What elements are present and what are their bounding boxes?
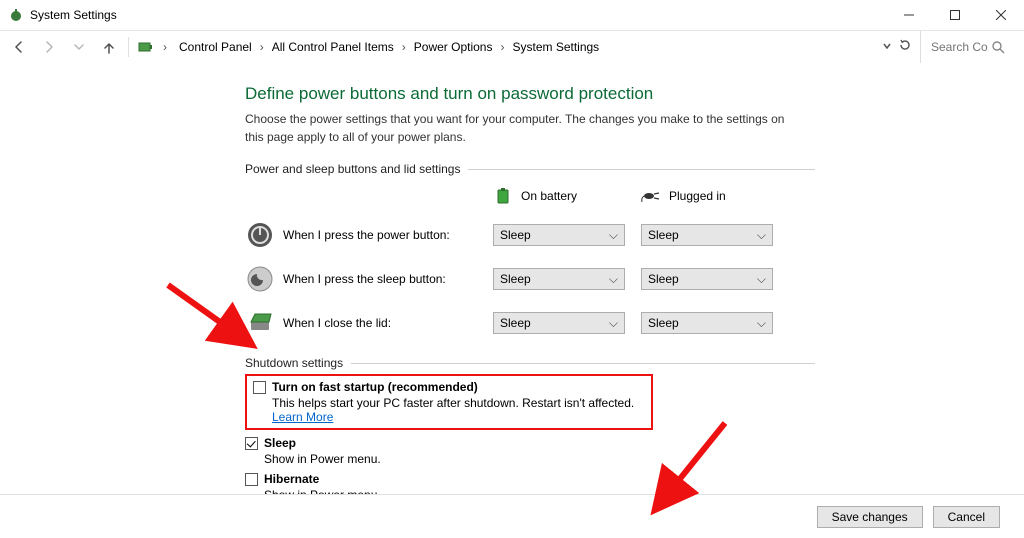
sleep-checkbox[interactable] (245, 437, 258, 450)
column-label: On battery (521, 189, 577, 203)
sleep-battery-dropdown[interactable]: Sleep⌵ (493, 268, 625, 290)
save-changes-button[interactable]: Save changes (817, 506, 923, 528)
row-label-power: When I press the power button: (275, 228, 493, 242)
fast-startup-checkbox[interactable] (253, 381, 266, 394)
breadcrumb-item[interactable]: All Control Panel Items (268, 38, 398, 56)
sleep-plugged-dropdown[interactable]: Sleep⌵ (641, 268, 773, 290)
breadcrumb: Control Panel › All Control Panel Items … (175, 38, 603, 56)
search-icon (991, 40, 1005, 54)
battery-icon (493, 186, 513, 206)
recent-button[interactable] (68, 36, 90, 58)
lid-battery-dropdown[interactable]: Sleep⌵ (493, 312, 625, 334)
breadcrumb-item[interactable]: Control Panel (175, 38, 256, 56)
back-button[interactable] (8, 36, 30, 58)
plug-icon (641, 186, 661, 206)
close-button[interactable] (978, 0, 1024, 30)
column-on-battery: On battery (493, 186, 641, 206)
hibernate-title: Hibernate (264, 472, 319, 486)
highlight-box: Turn on fast startup (recommended) This … (245, 374, 653, 430)
forward-button[interactable] (38, 36, 60, 58)
up-button[interactable] (98, 36, 120, 58)
power-plugged-dropdown[interactable]: Sleep⌵ (641, 224, 773, 246)
section-header-shutdown: Shutdown settings (245, 356, 815, 370)
sleep-opt-sub: Show in Power menu. (264, 452, 815, 466)
column-plugged-in: Plugged in (641, 186, 789, 206)
nav-toolbar: › Control Panel › All Control Panel Item… (0, 30, 1024, 62)
chevron-right-icon: › (260, 40, 264, 54)
page-intro: Choose the power settings that you want … (245, 110, 785, 146)
minimize-button[interactable] (886, 0, 932, 30)
fast-startup-title: Turn on fast startup (recommended) (272, 380, 478, 394)
refresh-button[interactable] (898, 38, 912, 55)
power-options-icon (8, 7, 24, 23)
breadcrumb-item[interactable]: Power Options (410, 38, 497, 56)
search-box[interactable] (920, 31, 1016, 63)
search-input[interactable] (929, 39, 991, 55)
hibernate-checkbox[interactable] (245, 473, 258, 486)
dropdown-value: Sleep (500, 228, 531, 242)
sleep-opt-title: Sleep (264, 436, 296, 450)
dropdown-value: Sleep (648, 228, 679, 242)
row-label-lid: When I close the lid: (275, 316, 493, 330)
chevron-right-icon: › (402, 40, 406, 54)
laptop-lid-icon (245, 308, 275, 338)
dropdown-value: Sleep (500, 272, 531, 286)
window-title: System Settings (30, 8, 117, 22)
column-label: Plugged in (669, 189, 726, 203)
power-button-icon (245, 220, 275, 250)
cancel-button[interactable]: Cancel (933, 506, 1000, 528)
title-bar: System Settings (0, 0, 1024, 30)
battery-icon (137, 38, 155, 56)
breadcrumb-item[interactable]: System Settings (508, 38, 603, 56)
bottom-bar: Save changes Cancel (0, 494, 1024, 538)
section-header-buttons: Power and sleep buttons and lid settings (245, 162, 815, 176)
power-battery-dropdown[interactable]: Sleep⌵ (493, 224, 625, 246)
row-label-sleep: When I press the sleep button: (275, 272, 493, 286)
dropdown-value: Sleep (648, 272, 679, 286)
sleep-button-icon (245, 264, 275, 294)
lid-plugged-dropdown[interactable]: Sleep⌵ (641, 312, 773, 334)
dropdown-value: Sleep (648, 316, 679, 330)
dropdown-value: Sleep (500, 316, 531, 330)
section-label: Power and sleep buttons and lid settings (245, 162, 460, 176)
maximize-button[interactable] (932, 0, 978, 30)
fast-startup-sub: This helps start your PC faster after sh… (272, 396, 634, 410)
section-label: Shutdown settings (245, 356, 343, 370)
address-dropdown[interactable] (882, 40, 892, 54)
learn-more-link[interactable]: Learn More (272, 410, 333, 424)
page-title: Define power buttons and turn on passwor… (245, 84, 815, 104)
chevron-right-icon: › (500, 40, 504, 54)
chevron-right-icon: › (163, 40, 167, 54)
